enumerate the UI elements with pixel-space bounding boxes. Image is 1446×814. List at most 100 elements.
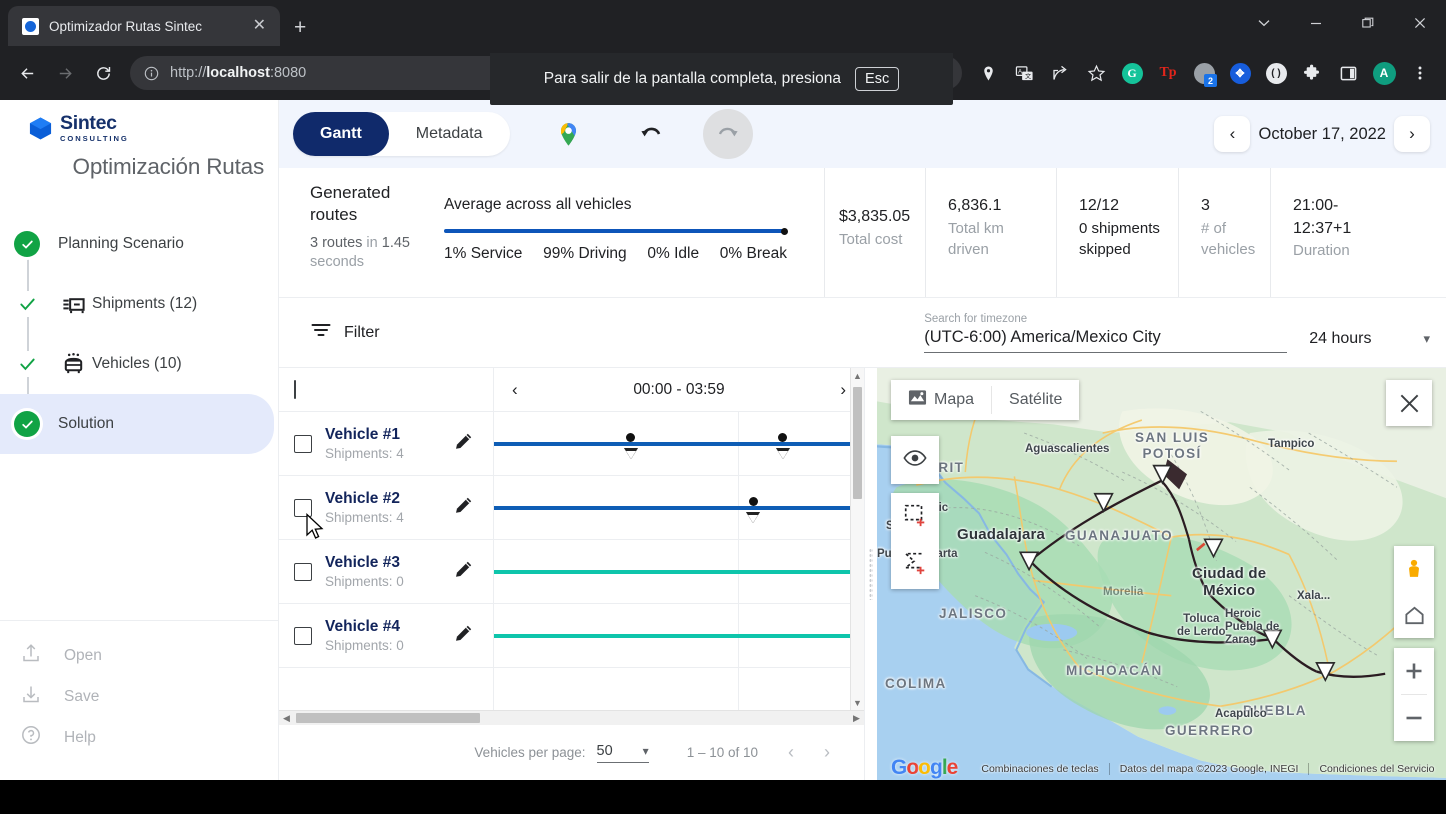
map-panel[interactable]: Mapa Satélite JALISCO COLIMA MICHOACÁN G…: [877, 368, 1446, 780]
street-view-pegman-icon[interactable]: [1394, 546, 1434, 592]
map-canvas: [877, 368, 1446, 780]
route-bar[interactable]: [494, 634, 864, 638]
browser-tab[interactable]: Optimizador Rutas Sintec ✕: [8, 6, 280, 46]
horizontal-scrollbar[interactable]: ◀ ▶: [279, 710, 864, 725]
chevron-down-icon[interactable]: ▾: [1423, 331, 1430, 347]
timezone-input[interactable]: (UTC-6:00) America/Mexico City: [924, 328, 1288, 353]
scroll-right-icon[interactable]: ▶: [849, 713, 864, 724]
sidebar-item-vehicles[interactable]: Vehicles (10): [0, 334, 278, 394]
smiley-icon[interactable]: ( ): [1258, 55, 1294, 91]
window-close-icon[interactable]: [1394, 0, 1446, 46]
extensions-puzzle-icon[interactable]: [1294, 55, 1330, 91]
row-checkbox[interactable]: [294, 434, 312, 453]
bitwarden-icon[interactable]: ✥: [1222, 55, 1258, 91]
select-all-checkbox[interactable]: [294, 379, 296, 399]
map-type-satelite[interactable]: Satélite: [992, 380, 1079, 420]
route-bar[interactable]: [494, 442, 864, 446]
scroll-down-icon[interactable]: ▼: [851, 695, 864, 710]
prev-page-button[interactable]: ‹: [788, 742, 794, 763]
scroll-up-icon[interactable]: ▲: [851, 368, 864, 383]
vehicle-list-header: [279, 368, 493, 412]
vehicle-name: Vehicle #1: [325, 426, 400, 444]
pencil-icon[interactable]: [453, 494, 493, 521]
panel-resize-handle[interactable]: [865, 368, 877, 780]
pencil-icon[interactable]: [453, 622, 493, 649]
reload-icon[interactable]: [84, 54, 122, 92]
scroll-left-icon[interactable]: ◀: [279, 713, 294, 724]
help-circle-icon: [20, 724, 42, 751]
sidebar-item-solution[interactable]: Solution: [0, 394, 274, 455]
toggle-visibility-tool[interactable]: [891, 436, 939, 484]
info-circle-icon[interactable]: [144, 66, 159, 81]
route-bar[interactable]: [494, 570, 864, 574]
shipments-icon: [54, 292, 92, 317]
side-panel-icon[interactable]: [1330, 55, 1366, 91]
scrollbar-thumb[interactable]: [853, 387, 862, 499]
close-map-button[interactable]: [1386, 380, 1432, 426]
route-bar[interactable]: [494, 506, 864, 510]
timezone-field[interactable]: Search for timezone (UTC-6:00) America/M…: [924, 313, 1288, 353]
tab-metadata[interactable]: Metadata: [389, 112, 510, 156]
help-button[interactable]: Help: [0, 717, 278, 758]
home-icon[interactable]: [1394, 592, 1434, 638]
gantt-bar-row[interactable]: [494, 476, 864, 540]
minimize-icon[interactable]: [1290, 0, 1342, 46]
extension-icons: A 文 G Tp 2 ✥ () A: [970, 55, 1438, 91]
tab-search-chevron-down-icon[interactable]: [1238, 0, 1290, 46]
kebab-menu-icon[interactable]: [1402, 55, 1438, 91]
sidebar-item-shipments[interactable]: Shipments (12): [0, 274, 278, 334]
table-row[interactable]: Vehicle #1 Shipments: 4: [279, 412, 493, 476]
per-page-label: Vehicles per page:: [474, 745, 586, 760]
forward-arrow-icon[interactable]: [46, 54, 84, 92]
bookmark-star-icon[interactable]: [1078, 55, 1114, 91]
open-button[interactable]: Open: [0, 635, 278, 676]
chevron-down-icon[interactable]: ▾: [643, 744, 649, 758]
share-icon[interactable]: [1042, 55, 1078, 91]
filter-button[interactable]: Filter: [310, 319, 380, 346]
zoom-out-button[interactable]: [1394, 695, 1434, 741]
row-checkbox[interactable]: [294, 562, 312, 581]
average-progress-bar: [444, 227, 788, 235]
stat-value: 3: [1201, 197, 1210, 214]
pencil-icon[interactable]: [453, 558, 493, 585]
row-checkbox[interactable]: [294, 626, 312, 645]
rectangle-select-tool[interactable]: [891, 493, 939, 541]
map-type-mapa[interactable]: Mapa: [891, 380, 991, 420]
lastpass-icon[interactable]: 2: [1186, 55, 1222, 91]
back-arrow-icon[interactable]: [8, 54, 46, 92]
scrollbar-thumb[interactable]: [296, 713, 480, 723]
tab-gantt[interactable]: Gantt: [293, 112, 389, 156]
google-maps-pin-icon[interactable]: [544, 109, 594, 159]
prev-time-window-button[interactable]: ‹: [506, 380, 524, 400]
pencil-icon[interactable]: [453, 430, 493, 457]
grammarly-icon[interactable]: G: [1114, 55, 1150, 91]
restore-icon[interactable]: [1342, 0, 1394, 46]
zoom-in-button[interactable]: [1394, 648, 1434, 694]
terms-of-service-link[interactable]: Condiciones del Servicio: [1308, 763, 1444, 775]
undo-button[interactable]: [626, 109, 676, 159]
table-row[interactable]: Vehicle #4 Shipments: 0: [279, 604, 493, 668]
gantt-bar-row[interactable]: [494, 412, 864, 476]
table-row[interactable]: Vehicle #3 Shipments: 0: [279, 540, 493, 604]
redo-button[interactable]: [702, 109, 753, 159]
stat-value-line1: 21:00-: [1293, 197, 1339, 214]
per-page-select[interactable]: 50 ▾: [596, 743, 649, 763]
next-date-button[interactable]: ›: [1394, 116, 1430, 152]
location-pin-icon[interactable]: [970, 55, 1006, 91]
translate-icon[interactable]: A 文: [1006, 55, 1042, 91]
filter-icon: [310, 319, 332, 346]
keyboard-shortcuts-link[interactable]: Combinaciones de teclas: [971, 763, 1108, 775]
polygon-select-tool[interactable]: [891, 541, 939, 589]
sidebar-item-planning-scenario[interactable]: Planning Scenario: [0, 214, 278, 274]
close-icon[interactable]: ✕: [249, 16, 270, 36]
vertical-scrollbar[interactable]: ▲ ▼: [850, 368, 864, 710]
toggl-icon[interactable]: Tp: [1150, 55, 1186, 91]
save-button[interactable]: Save: [0, 676, 278, 717]
hours-format-select[interactable]: 24 hours ▾: [1287, 330, 1430, 353]
next-page-button[interactable]: ›: [824, 742, 830, 763]
new-tab-button[interactable]: +: [294, 17, 306, 38]
profile-avatar-icon[interactable]: A: [1366, 55, 1402, 91]
gantt-bar-row[interactable]: [494, 604, 864, 668]
prev-date-button[interactable]: ‹: [1214, 116, 1251, 152]
gantt-bar-row[interactable]: [494, 540, 864, 604]
